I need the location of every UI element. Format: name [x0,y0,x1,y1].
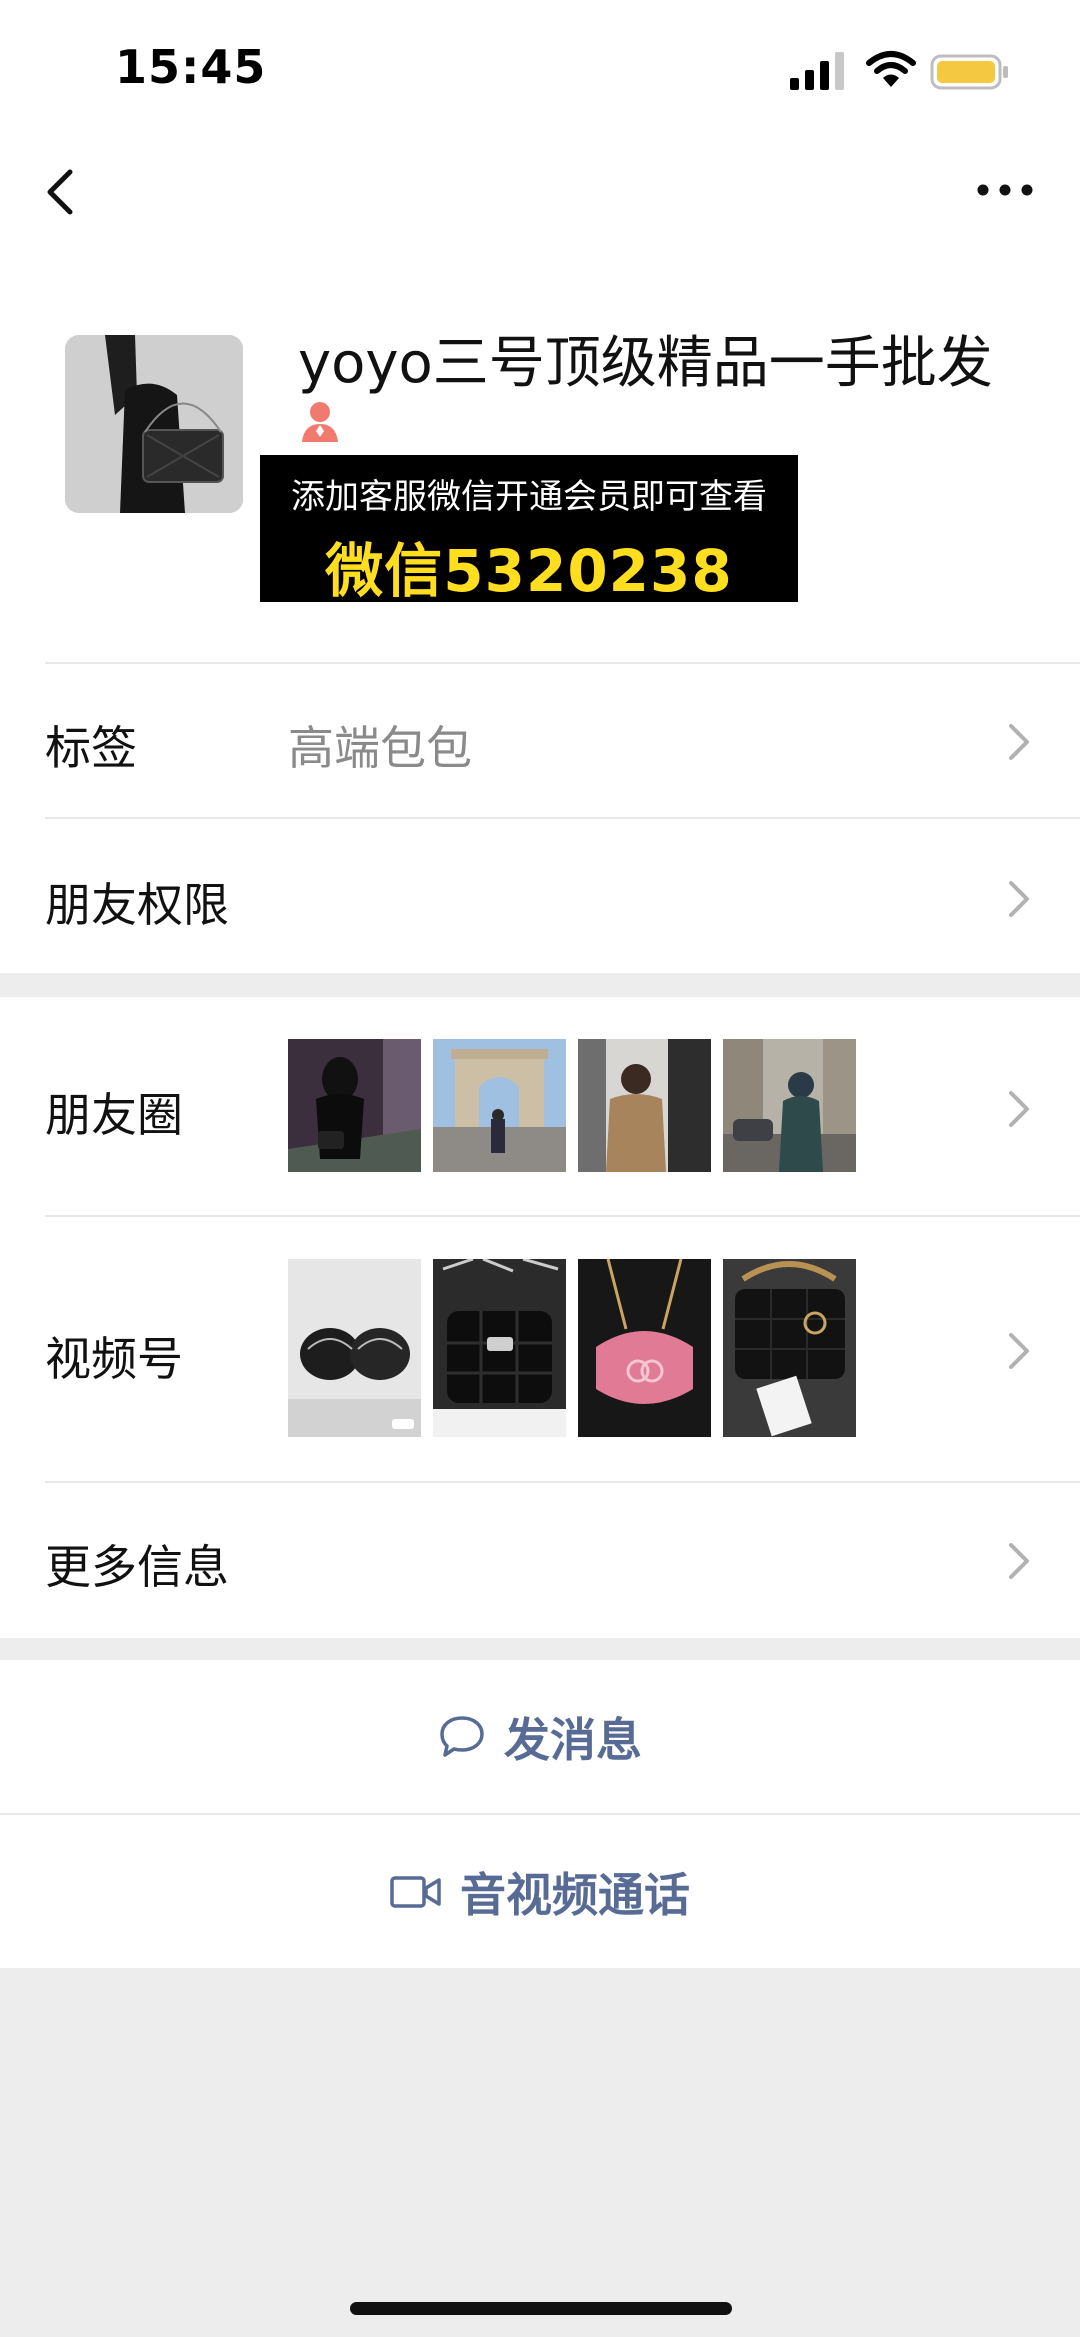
send-message-button[interactable]: 发消息 [0,1660,1080,1813]
friend-permissions-row[interactable]: 朋友权限 [0,819,1080,971]
wifi-icon [866,51,916,87]
tags-row[interactable]: 标签 高端包包 [0,664,1080,816]
channels-thumbnails [288,1259,856,1437]
more-info-row[interactable]: 更多信息 [0,1483,1080,1638]
more-dots-icon [977,184,1033,196]
nav-bar [0,140,1080,250]
battery-icon [930,54,1008,90]
moments-row[interactable]: 朋友圈 [0,997,1080,1215]
channels-label: 视频号 [45,1332,183,1386]
female-person-icon [302,402,338,442]
action-section: 发消息 音视频通话 [0,1660,1080,1968]
video-call-label: 音视频通话 [460,1867,690,1922]
moments-thumbnail[interactable] [433,1039,566,1172]
channels-row[interactable]: 视频号 [0,1217,1080,1481]
moments-thumbnail[interactable] [288,1039,421,1172]
content-section: 朋友圈 视频号 更多信息 [0,997,1080,1638]
settings-section: 标签 高端包包 朋友权限 [0,662,1080,973]
chevron-right-icon [1009,1091,1029,1127]
chevron-right-icon [1009,1333,1029,1369]
cellular-signal-icon [790,52,844,90]
home-indicator[interactable] [350,2302,732,2315]
send-message-label: 发消息 [504,1712,642,1767]
channels-thumbnail[interactable] [723,1259,856,1437]
channels-thumbnail[interactable] [578,1259,711,1437]
moments-label: 朋友圈 [45,1088,183,1142]
chevron-right-icon [1009,881,1029,917]
channels-thumbnail[interactable] [433,1259,566,1437]
profile-name: yoyo三号顶级精品一手批发 [298,331,993,396]
promo-wechat-id: 微信5320238 [325,537,733,605]
promo-text: 添加客服微信开通会员即可查看 [291,477,767,517]
moments-thumbnail[interactable] [578,1039,711,1172]
chevron-right-icon [1009,724,1029,760]
chevron-left-icon [47,169,73,215]
moments-thumbnails [288,1039,856,1172]
channels-thumbnail[interactable] [288,1259,421,1437]
video-camera-icon [390,1875,441,1908]
promo-banner: 添加客服微信开通会员即可查看 微信5320238 [260,455,798,605]
chevron-right-icon [1009,1543,1029,1579]
back-button[interactable] [30,150,90,230]
video-call-button[interactable]: 音视频通话 [0,1815,1080,1968]
more-info-label: 更多信息 [45,1540,229,1594]
avatar[interactable] [65,335,243,513]
more-button[interactable] [965,160,1045,220]
status-time: 15:45 [115,40,267,94]
tags-label: 标签 [45,721,137,775]
friend-permissions-label: 朋友权限 [45,878,229,932]
chat-bubble-icon [440,1715,484,1757]
tags-value: 高端包包 [288,721,472,775]
moments-thumbnail[interactable] [723,1039,856,1172]
